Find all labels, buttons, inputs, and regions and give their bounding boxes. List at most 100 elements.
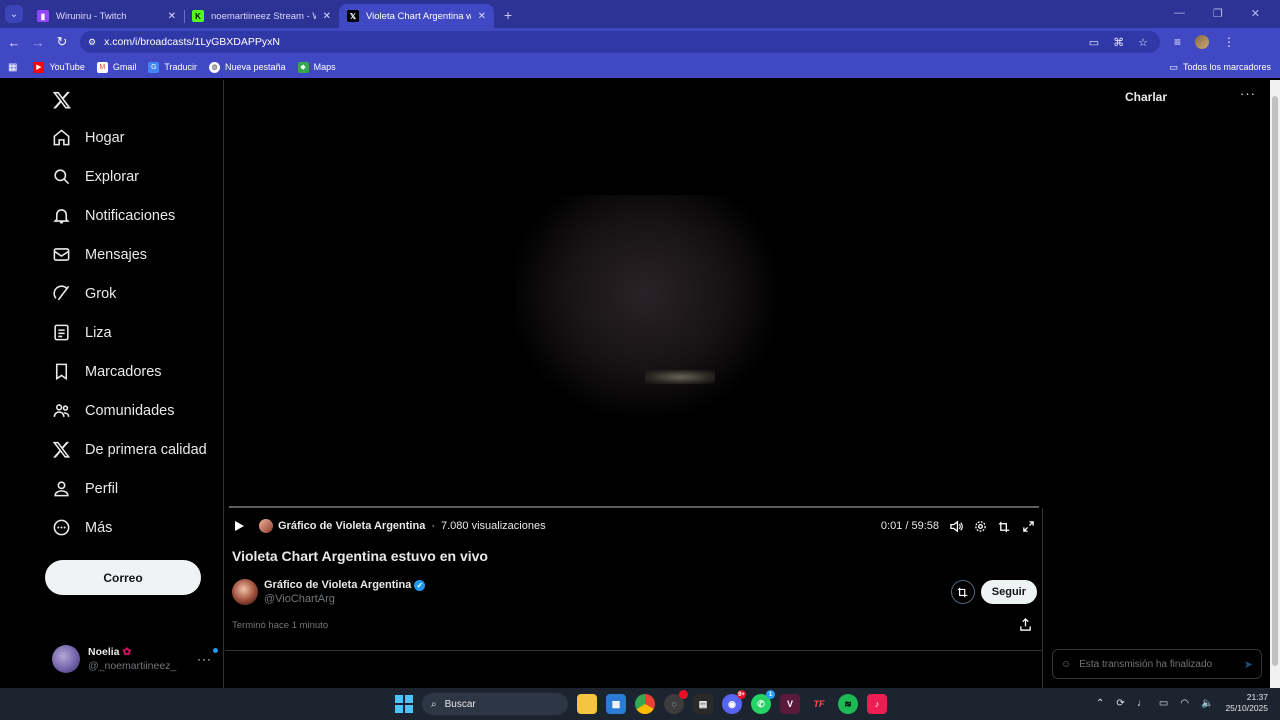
nav-item-hogar[interactable]: Hogar [52, 128, 125, 147]
whatsapp-badge: 1 [766, 690, 775, 699]
translate-icon[interactable]: ⌘ [1113, 36, 1124, 49]
video-progress-bar[interactable] [229, 506, 1039, 508]
nav-label: Comunidades [85, 402, 175, 419]
nav-item-premium[interactable]: De primera calidad [52, 440, 207, 459]
close-icon[interactable]: ✕ [323, 11, 331, 22]
bookmark-label: Maps [313, 62, 336, 72]
site-info-icon[interactable]: ⚙ [88, 37, 96, 48]
profile-avatar-icon[interactable] [1195, 35, 1210, 49]
speaker-icon[interactable]: 🔈 [1201, 698, 1213, 709]
menu-icon[interactable]: ⋮ [1223, 35, 1235, 49]
chrome-icon[interactable] [635, 694, 655, 714]
tiktok-icon[interactable]: ♪ [867, 694, 887, 714]
post-button[interactable]: Correo [45, 560, 201, 595]
restore-icon[interactable]: ❐ [1213, 7, 1223, 20]
chat-input[interactable]: ☺ Esta transmisión ha finalizado ➤ [1052, 649, 1262, 679]
nav-label: Más [85, 519, 113, 536]
windows-start-icon[interactable] [395, 695, 413, 713]
nav-item-mensajes[interactable]: Mensajes [52, 245, 147, 264]
pip-icon[interactable] [998, 520, 1011, 533]
display-icon[interactable]: ▭ [1159, 698, 1168, 709]
nav-item-mas[interactable]: Más [52, 518, 112, 537]
chevron-up-icon[interactable]: ⌃ [1096, 698, 1104, 709]
terminal-icon[interactable]: ▤ [693, 694, 713, 714]
nav-item-explorar[interactable]: Explorar [52, 167, 139, 186]
file-explorer-icon[interactable] [577, 694, 597, 714]
forward-icon[interactable]: → [26, 35, 50, 50]
emoji-icon[interactable]: ☺ [1061, 659, 1071, 670]
scrollbar-thumb[interactable] [1272, 96, 1278, 666]
tab-search-button[interactable]: ⌄ [5, 5, 23, 23]
system-tray: ⌃ ⟳ ♩ ▭ ◠ 🔈 21:37 25/10/2025 [1096, 692, 1268, 714]
clock[interactable]: 21:37 25/10/2025 [1225, 692, 1268, 714]
taskbar-search[interactable]: ⌕ Buscar [422, 693, 568, 715]
pip-button[interactable] [950, 580, 975, 604]
new-tab-button[interactable]: + [504, 7, 512, 23]
back-icon[interactable]: ← [2, 35, 26, 50]
globe-icon: ◍ [209, 61, 221, 73]
all-bookmarks[interactable]: ▭ Todos los marcadores [1169, 62, 1271, 73]
bookmark-icon [55, 363, 68, 381]
minimize-icon[interactable]: — [1174, 7, 1185, 20]
cast-icon[interactable]: ▭ [1089, 36, 1099, 49]
apps-grid-icon[interactable]: ▦ [8, 62, 17, 73]
obs-icon[interactable]: ◌ [664, 690, 688, 714]
broadcast-title: Violeta Chart Argentina estuvo en vivo [232, 548, 488, 564]
video-player[interactable] [225, 80, 1043, 508]
account-switcher[interactable]: Noelia ✿ @_noemartiineez_ ··· [52, 644, 218, 674]
tf-app-icon[interactable]: TF [809, 694, 829, 714]
microsoft-store-icon[interactable]: ▦ [606, 694, 626, 714]
nav-item-grok[interactable]: Grok [52, 284, 116, 303]
bookmark-gmail[interactable]: M Gmail [96, 61, 136, 73]
nav-item-liza[interactable]: Liza [52, 323, 112, 342]
microphone-icon[interactable]: ♩ [1137, 698, 1147, 709]
url-text[interactable]: x.com/i/broadcasts/1LyGBXDAPPyxN [104, 36, 280, 48]
nav-item-perfil[interactable]: Perfil [52, 479, 118, 498]
vegas-icon[interactable]: V [780, 694, 800, 714]
nav-label: De primera calidad [85, 441, 207, 458]
media-controls-icon[interactable]: ≡ [1174, 35, 1181, 49]
page-scrollbar[interactable] [1270, 80, 1280, 688]
wifi-icon[interactable]: ◠ [1180, 698, 1189, 709]
fullscreen-icon[interactable] [1022, 520, 1035, 533]
channel-name[interactable]: Gráfico de Violeta Argentina [278, 520, 425, 532]
tab-x-broadcast[interactable]: 𝕏 Violeta Chart Argentina was live ✕ [339, 4, 494, 28]
tab-twitch[interactable]: ▮ Wiruniru - Twitch ✕ [29, 4, 184, 28]
taskbar-search-label: Buscar [444, 698, 476, 710]
close-icon[interactable]: ✕ [478, 11, 486, 22]
volume-icon[interactable] [950, 520, 963, 533]
follow-button[interactable]: Seguir [980, 580, 1037, 604]
sync-icon[interactable]: ⟳ [1116, 698, 1124, 709]
send-icon[interactable]: ➤ [1244, 658, 1253, 671]
reload-icon[interactable]: ↻ [50, 34, 74, 50]
settings-icon[interactable] [974, 520, 987, 533]
close-icon[interactable]: ✕ [168, 11, 176, 22]
nav-item-notificaciones[interactable]: Notificaciones [52, 206, 175, 225]
broadcaster-name[interactable]: Gráfico de Violeta Argentina [264, 579, 411, 591]
chat-placeholder: Esta transmisión ha finalizado [1079, 658, 1213, 670]
share-icon[interactable] [1019, 618, 1032, 631]
clock-time: 21:37 [1246, 692, 1268, 702]
account-more-icon[interactable]: ··· [197, 648, 218, 666]
discord-badge: 9+ [737, 690, 746, 699]
whatsapp-icon[interactable]: ✆ 1 [751, 690, 775, 714]
bookmark-youtube[interactable]: ▶ YouTube [33, 61, 85, 73]
discord-icon[interactable]: ◉ 9+ [722, 690, 746, 714]
bookmark-nueva-pestana[interactable]: ◍ Nueva pestaña [209, 61, 286, 73]
bookmark-maps[interactable]: ◆ Maps [297, 61, 336, 73]
bookmark-traducir[interactable]: G Traducir [148, 61, 197, 73]
channel-avatar [259, 519, 273, 533]
avatar[interactable] [232, 579, 258, 605]
spotify-icon[interactable]: ≋ [838, 694, 858, 714]
bookmark-star-icon[interactable]: ☆ [1138, 36, 1148, 49]
nav-item-comunidades[interactable]: Comunidades [52, 401, 174, 420]
nav-item-marcadores[interactable]: Marcadores [52, 362, 162, 381]
x-logo-icon[interactable] [52, 90, 72, 110]
close-window-icon[interactable]: ✕ [1251, 7, 1260, 20]
chat-more-icon[interactable]: ··· [1240, 86, 1256, 101]
play-icon[interactable] [233, 520, 245, 532]
url-bar[interactable]: ⚙ x.com/i/broadcasts/1LyGBXDAPPyxN ▭ ⌘ ☆ [80, 31, 1160, 53]
x-page: Hogar Explorar Notificaciones Mensajes G… [0, 80, 1270, 688]
tab-kick[interactable]: K noemartiineez Stream - Watch Live on K… [184, 4, 339, 28]
broadcaster-handle[interactable]: @VioChartArg [264, 593, 425, 605]
